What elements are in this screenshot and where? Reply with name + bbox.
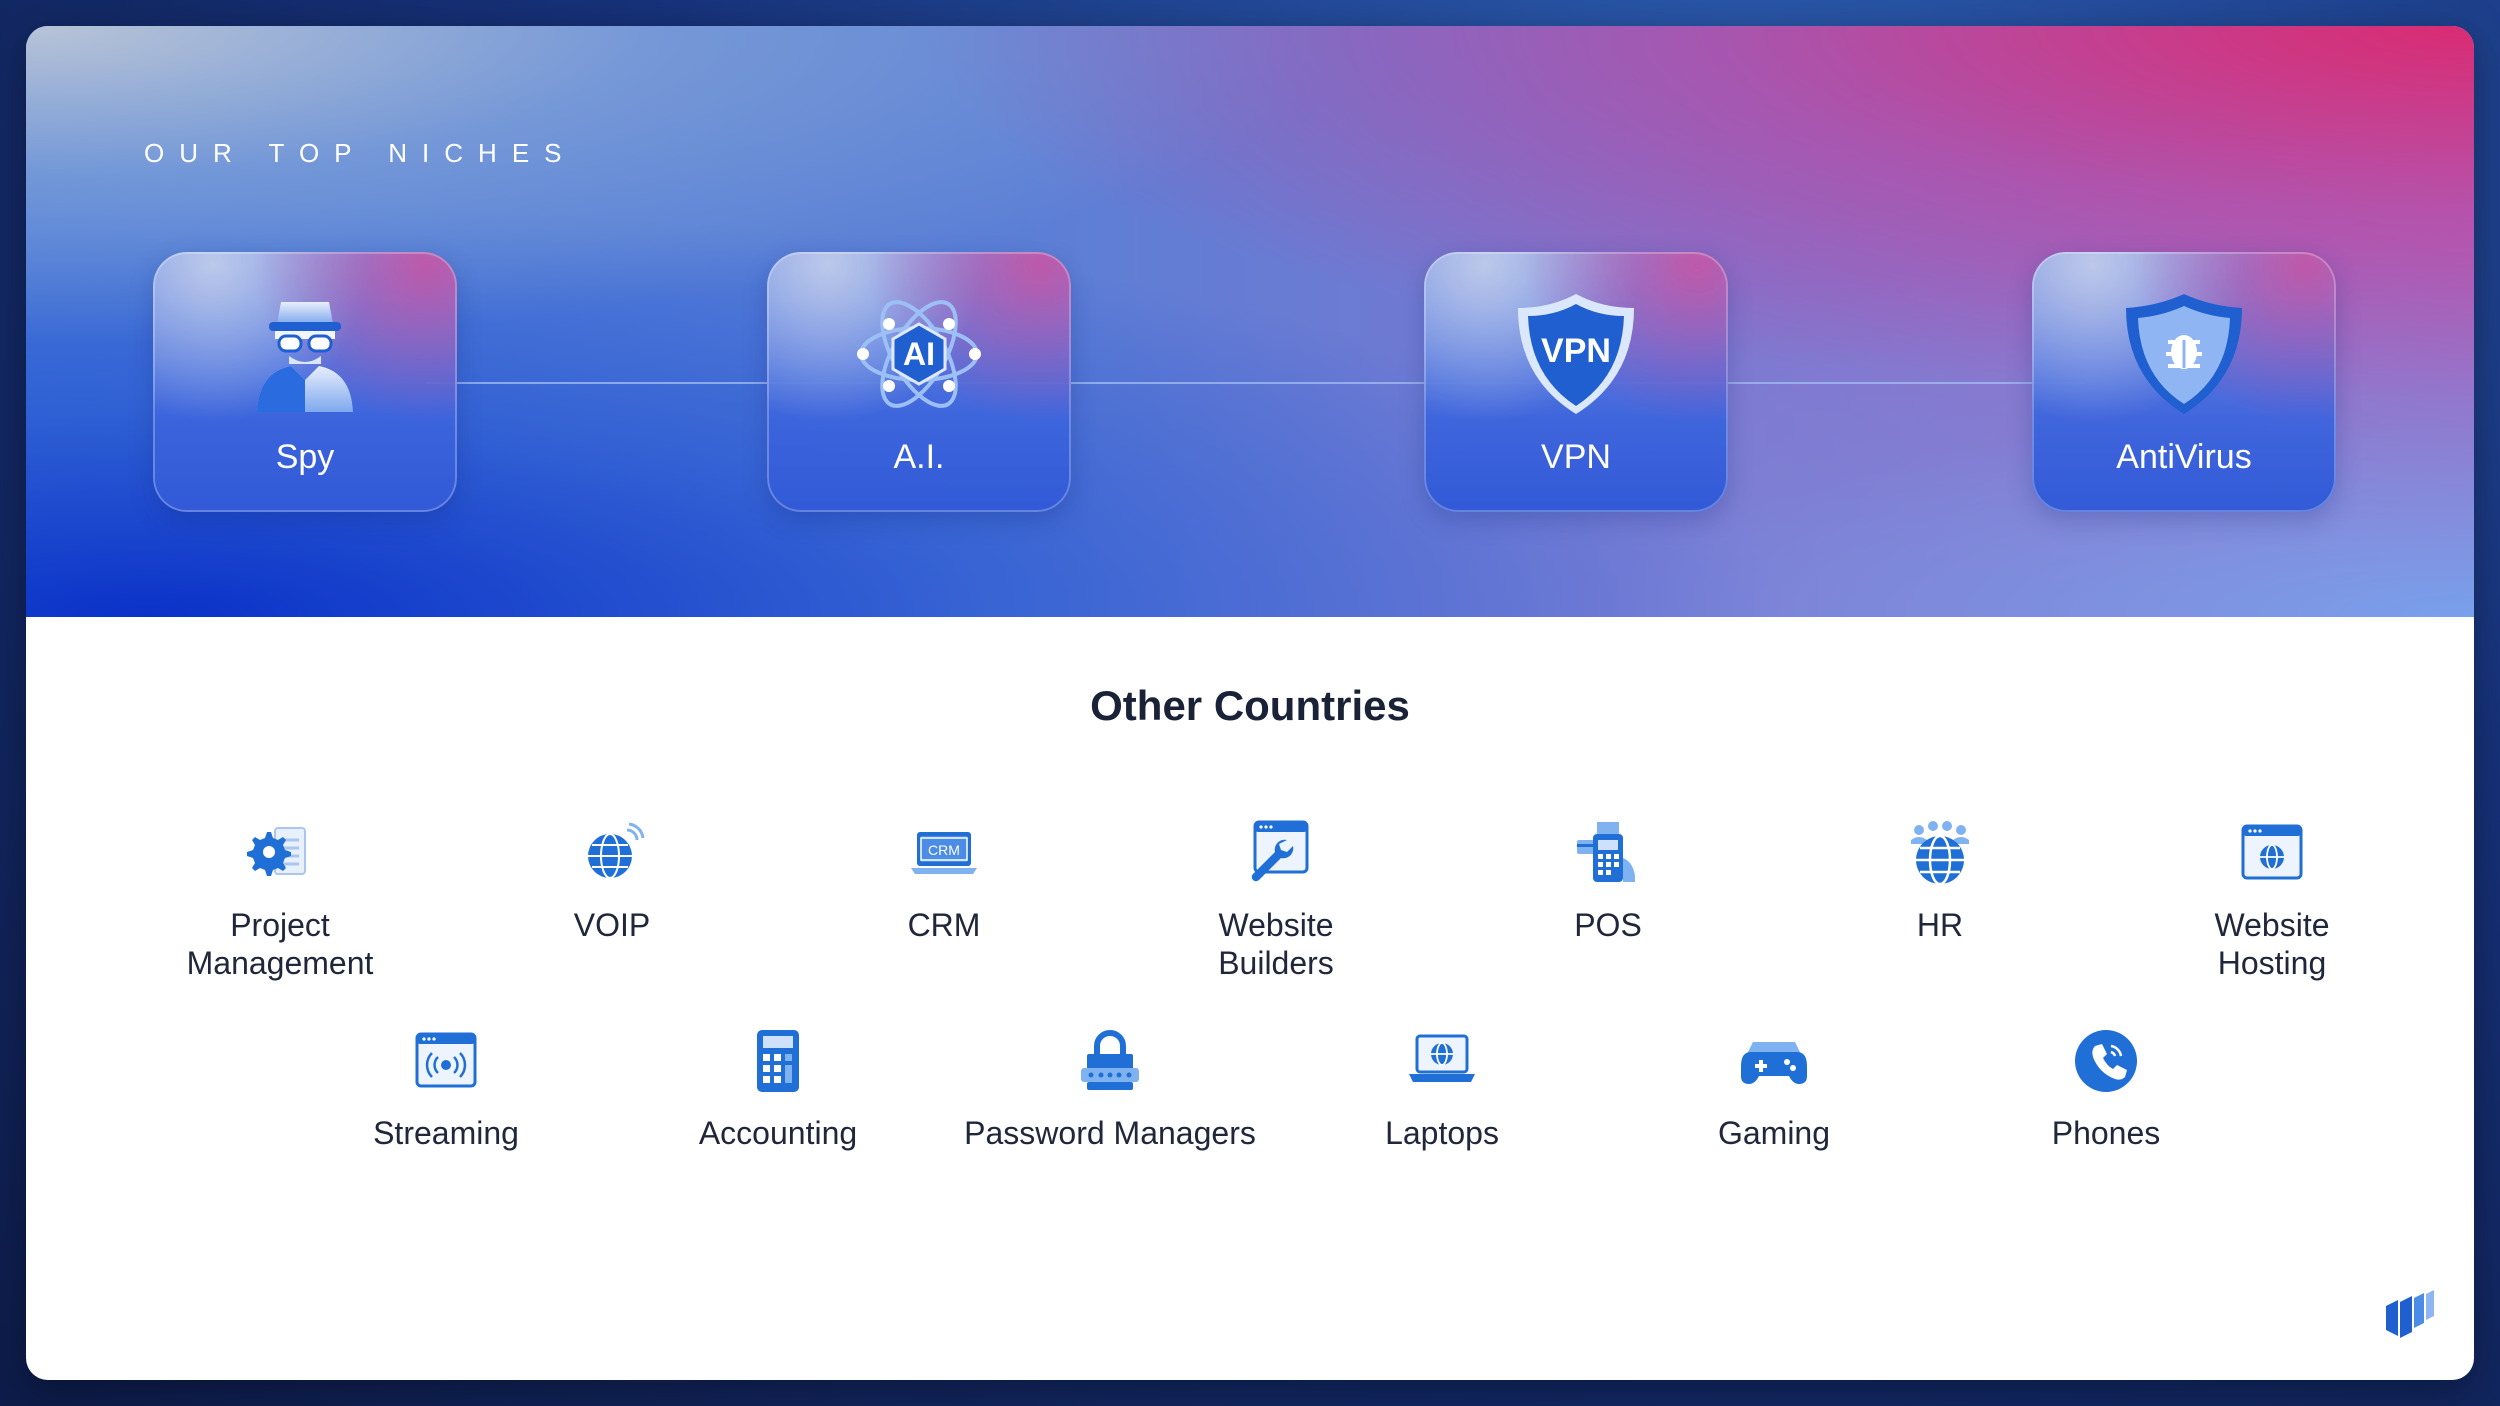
category-streaming[interactable]: Streaming [281,1026,611,1152]
category-label: Project Management [186,907,374,981]
category-hr[interactable]: HR [1775,818,2105,944]
website-builder-icon [1251,820,1309,882]
niche-card-antivirus[interactable]: AntiVirus [2032,252,2336,512]
pos-terminal-icon [1577,822,1635,882]
niche-card-ai[interactable]: AI A.I. [767,252,1071,512]
antivirus-shield-icon [2126,294,2242,414]
main-card: OUR TOP NICHES Spy AI A.I. VPN VPN AntiV… [26,26,2474,1380]
category-label: HR [1916,907,1964,943]
category-website-hosting[interactable]: Website Hosting [2107,818,2437,982]
category-label: Streaming [373,1115,519,1151]
svg-text:VPN: VPN [1541,332,1611,370]
calculator-icon [757,1030,799,1092]
website-hosting-icon [2241,824,2303,880]
category-voip[interactable]: VOIP [447,818,777,944]
other-categories-title: Other Countries [1090,682,1410,729]
svg-text:AI: AI [903,336,935,372]
gamepad-icon [1741,1042,1807,1084]
laptop-globe-icon [1409,1034,1475,1082]
category-crm[interactable]: CRM CRM [779,818,1109,944]
streaming-icon [415,1032,477,1088]
crm-laptop-icon: CRM [911,832,977,874]
category-label: POS [1574,907,1642,943]
niche-label: VPN [1541,438,1611,476]
category-gaming[interactable]: Gaming [1609,1026,1939,1152]
password-lock-icon [1081,1030,1139,1090]
niche-label: A.I. [893,438,945,476]
hero-banner: OUR TOP NICHES Spy AI A.I. VPN VPN AntiV… [26,26,2474,617]
category-project-management[interactable]: Project Management [115,818,445,982]
hr-people-globe-icon [1911,821,1969,886]
niche-label: Spy [275,438,335,476]
section-eyebrow: OUR TOP NICHES [144,138,577,168]
niche-card-vpn[interactable]: VPN VPN [1424,252,1728,512]
category-label: Laptops [1385,1115,1499,1151]
category-laptops[interactable]: Laptops [1277,1026,1607,1152]
category-label: VOIP [573,907,651,943]
ai-atom-icon: AI [857,300,981,408]
category-phones[interactable]: Phones [1941,1026,2271,1152]
niche-card-spy[interactable]: Spy [153,252,457,512]
spy-icon [257,302,353,412]
vpn-shield-icon: VPN [1518,294,1634,414]
category-label: Gaming [1717,1115,1831,1151]
category-label: Website Hosting [2214,907,2330,981]
brand-logo-icon [2386,1290,2434,1338]
svg-text:CRM: CRM [928,842,960,858]
category-label: Accounting [698,1115,858,1151]
phone-icon [2075,1030,2137,1092]
category-label: Phones [2051,1115,2161,1151]
niche-connector-line [426,382,2086,384]
project-management-icon [247,827,306,876]
voip-globe-icon [588,822,645,879]
category-label: CRM [907,907,981,943]
category-pos[interactable]: POS [1443,818,1773,944]
category-website-builders[interactable]: Website Builders [1111,818,1441,982]
niche-label: AntiVirus [2116,438,2252,476]
category-label: Password Managers [964,1115,1256,1151]
category-accounting[interactable]: Accounting [613,1026,943,1152]
category-password-managers[interactable]: Password Managers [945,1026,1275,1152]
category-label: Website Builders [1218,907,1334,981]
